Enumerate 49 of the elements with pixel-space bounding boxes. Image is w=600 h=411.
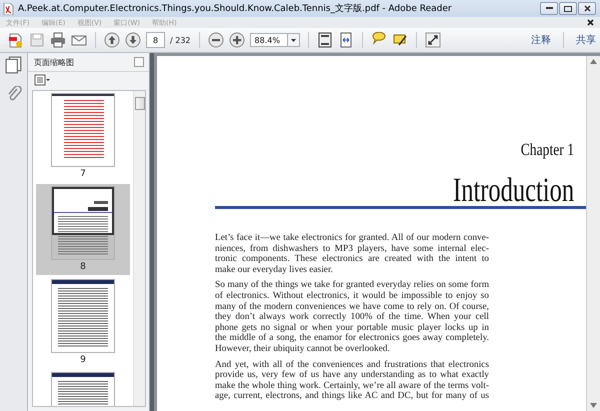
- page-count: / 232: [170, 36, 191, 44]
- page-label: 8: [80, 262, 86, 272]
- chapter-heading: Introduction: [452, 176, 574, 206]
- page-number-field[interactable]: 8: [146, 32, 165, 48]
- close-button[interactable]: [578, 2, 596, 15]
- page-label: 9: [80, 355, 86, 365]
- close-icon: [584, 5, 590, 12]
- share-button[interactable]: 共享: [572, 33, 600, 47]
- next-page-icon[interactable]: [125, 32, 141, 48]
- previous-page-icon[interactable]: [104, 32, 120, 48]
- paragraph: Let’s face it—we take electronics for granted. All of our modern conve- niences, from dishwashers to MP3 players, have some internal elec- tronic components. These electronics are created with the intent to make our everyday lives easier.: [215, 233, 489, 276]
- maximize-button[interactable]: [559, 2, 577, 15]
- thumbnail-item[interactable]: 8: [36, 184, 130, 275]
- zoom-field[interactable]: 88.4%: [250, 33, 288, 47]
- window-title: A.Peek.at.Computer.Electronics.Things.you.Should.Know.Caleb.Tennis_文字版.pdf - Adobe Reader: [18, 2, 453, 15]
- zoom-out-icon[interactable]: [208, 32, 224, 48]
- scroll-down-icon[interactable]: [590, 403, 597, 408]
- comment-button[interactable]: 注释: [527, 33, 555, 47]
- paragraph: And yet, with all of the conveniences and frustrations that electronics provide us, very few of us have any understanding as to what exactly make the whole thing work. Certainly, we’re all aware of the terms volt- age, current, electrons, and things like AC and DC, but for many of us: [215, 360, 489, 402]
- scrollbar[interactable]: [586, 56, 600, 411]
- zoom-in-icon[interactable]: [228, 32, 245, 48]
- thumbnail-item[interactable]: 9: [36, 277, 130, 368]
- page-thumbnail[interactable]: [51, 279, 115, 353]
- minimize-icon: [546, 7, 552, 10]
- page-label: 7: [80, 169, 86, 179]
- caret-icon: [290, 38, 296, 42]
- options-icon[interactable]: [34, 72, 50, 88]
- print-icon[interactable]: [50, 32, 66, 48]
- zoom-dropdown-button[interactable]: [288, 33, 300, 47]
- paperclip-icon[interactable]: [6, 86, 22, 102]
- page-thumbnail[interactable]: [51, 93, 115, 167]
- minimize-button[interactable]: [540, 2, 558, 15]
- create-pdf-icon[interactable]: [8, 32, 24, 48]
- thumbnail-item[interactable]: 7: [36, 91, 130, 182]
- pages-icon[interactable]: [4, 56, 22, 74]
- panel-title: 页面缩略图: [34, 56, 75, 68]
- maximize-icon: [564, 6, 572, 12]
- expand-icon[interactable]: [424, 32, 441, 48]
- highlight-icon[interactable]: [392, 32, 408, 48]
- scroll-up-icon[interactable]: [590, 59, 597, 64]
- chapter-label: Chapter 1: [520, 140, 574, 160]
- close-icon[interactable]: [587, 19, 594, 26]
- page-thumbnail[interactable]: [51, 186, 115, 260]
- fit-width-icon[interactable]: [338, 32, 354, 48]
- fit-page-icon[interactable]: [316, 32, 333, 48]
- pdf-file-icon: [3, 2, 14, 14]
- scrollbar[interactable]: [133, 91, 145, 406]
- panel-close-button[interactable]: [134, 57, 144, 67]
- paragraph: So many of the things we take for granted everyday relies on some form of electronics. Without electronics, it would be impossible to enjoy so many of the modern conveniences we have come to rely on. Of course, they don’t always work correctly 100% of the time. When your cell phone gets no signal or when your portable music player locks up in the middle of a song, the enamor for electronics goes away completely. However, their ubiquity cannot be overlooked.: [215, 280, 489, 355]
